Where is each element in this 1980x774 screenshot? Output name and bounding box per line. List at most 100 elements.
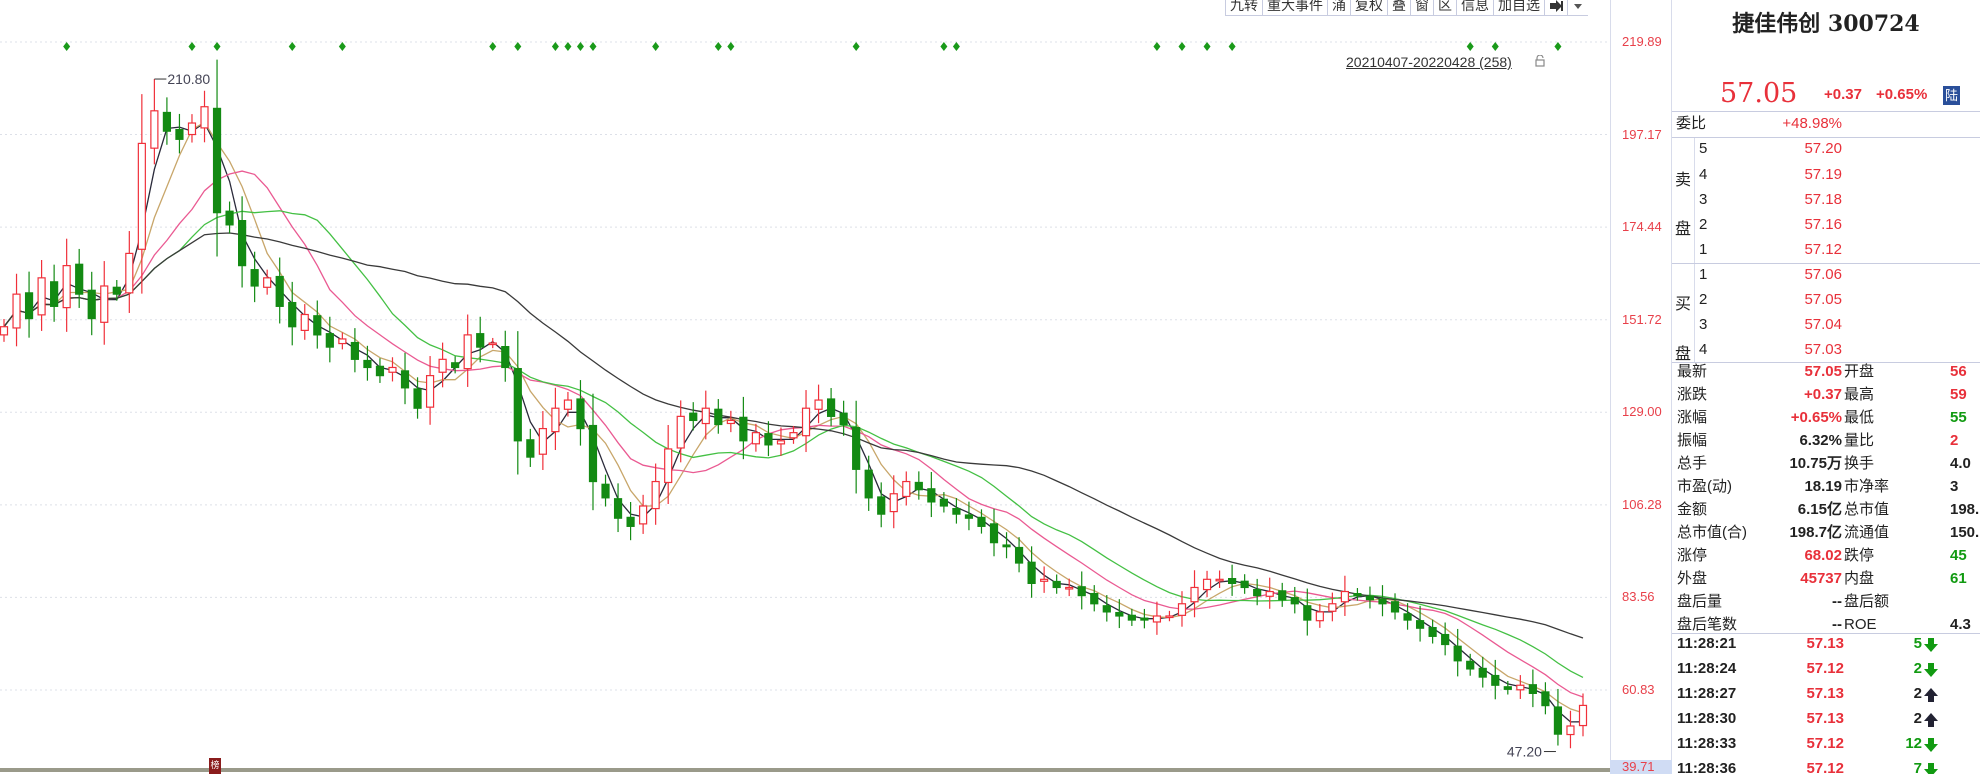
- candle[interactable]: [375, 358, 385, 383]
- range-label[interactable]: 20210407-20220428 (258): [1346, 54, 1512, 70]
- sell-row[interactable]: 5 57.20: [1672, 138, 1980, 160]
- candle[interactable]: [639, 494, 648, 534]
- event-marker-icon[interactable]: [213, 42, 221, 51]
- event-marker-icon[interactable]: [489, 42, 497, 51]
- event-marker-icon[interactable]: [1178, 42, 1186, 51]
- event-marker-icon[interactable]: [852, 42, 860, 51]
- candle[interactable]: [1165, 610, 1174, 622]
- candle[interactable]: [714, 399, 723, 434]
- candle[interactable]: [989, 508, 999, 557]
- candle[interactable]: [87, 271, 96, 336]
- event-marker-icon[interactable]: [952, 42, 960, 51]
- candle[interactable]: [1303, 588, 1312, 636]
- sell-row[interactable]: 2 57.16: [1672, 214, 1980, 236]
- candle[interactable]: [1315, 603, 1324, 628]
- tick-row[interactable]: 11:28:24 57.12 2: [1672, 658, 1980, 680]
- event-marker-icon[interactable]: [1491, 42, 1499, 51]
- tick-row[interactable]: 11:28:30 57.13 2: [1672, 708, 1980, 730]
- candle[interactable]: [1578, 693, 1588, 737]
- candle[interactable]: [626, 502, 635, 541]
- candle[interactable]: [751, 423, 761, 452]
- candle[interactable]: [902, 471, 911, 506]
- rank-marker[interactable]: 榜: [209, 758, 221, 774]
- candle[interactable]: [739, 396, 748, 460]
- event-marker-icon[interactable]: [727, 42, 735, 51]
- candle[interactable]: [538, 411, 547, 470]
- candle[interactable]: [1077, 571, 1086, 610]
- event-marker-icon[interactable]: [652, 42, 660, 51]
- candle[interactable]: [37, 259, 46, 331]
- candle[interactable]: [463, 314, 472, 387]
- event-marker-icon[interactable]: [576, 42, 584, 51]
- candle[interactable]: [801, 390, 811, 453]
- candle[interactable]: [613, 483, 623, 533]
- event-marker-icon[interactable]: [714, 42, 722, 51]
- candle[interactable]: [300, 304, 309, 340]
- toolbar-button-6[interactable]: 区: [1433, 0, 1456, 15]
- candle[interactable]: [601, 474, 610, 507]
- event-marker-icon[interactable]: [63, 42, 71, 51]
- lock-icon[interactable]: [1535, 55, 1545, 67]
- candle[interactable]: [839, 400, 848, 436]
- candle[interactable]: [977, 509, 986, 534]
- candle[interactable]: [526, 428, 535, 467]
- toolbar-button-8[interactable]: 加自选: [1493, 0, 1544, 15]
- candle[interactable]: [50, 264, 59, 322]
- candle[interactable]: [0, 318, 9, 342]
- event-marker-icon[interactable]: [288, 42, 296, 51]
- candle[interactable]: [1566, 710, 1575, 749]
- tick-row[interactable]: 11:28:21 57.13 5: [1672, 633, 1980, 655]
- event-marker-icon[interactable]: [589, 42, 597, 51]
- candle[interactable]: [889, 475, 898, 529]
- candle[interactable]: [338, 332, 347, 350]
- event-marker-icon[interactable]: [338, 42, 346, 51]
- candle[interactable]: [1052, 574, 1061, 594]
- candle[interactable]: [1152, 601, 1162, 635]
- event-marker-icon[interactable]: [1228, 42, 1236, 51]
- candle[interactable]: [400, 352, 410, 405]
- candle[interactable]: [1441, 622, 1450, 656]
- candle[interactable]: [175, 113, 184, 154]
- event-marker-icon[interactable]: [564, 42, 572, 51]
- toolbar-button-3[interactable]: 复权: [1350, 0, 1387, 15]
- candle[interactable]: [927, 471, 936, 518]
- candle[interactable]: [1340, 575, 1349, 616]
- candlestick-chart[interactable]: 210.80 47.20: [0, 0, 1610, 774]
- candle[interactable]: [1140, 608, 1149, 629]
- candle[interactable]: [1390, 593, 1400, 620]
- candle[interactable]: [1428, 619, 1437, 644]
- candle[interactable]: [551, 387, 560, 451]
- event-marker-icon[interactable]: [188, 42, 196, 51]
- toolbar-button-5[interactable]: 窗: [1410, 0, 1433, 15]
- candle[interactable]: [350, 328, 359, 373]
- buy-row[interactable]: 2 57.05: [1672, 289, 1980, 311]
- candle[interactable]: [250, 251, 259, 303]
- candle[interactable]: [1102, 595, 1111, 622]
- tick-row[interactable]: 11:28:27 57.13 2: [1672, 683, 1980, 705]
- candle[interactable]: [488, 337, 497, 349]
- candle[interactable]: [1478, 656, 1487, 688]
- candle[interactable]: [1365, 586, 1375, 609]
- candle[interactable]: [588, 393, 598, 511]
- candle[interactable]: [852, 400, 861, 494]
- candle[interactable]: [1265, 577, 1274, 609]
- candle[interactable]: [1040, 566, 1049, 593]
- candle[interactable]: [1090, 585, 1099, 612]
- candle[interactable]: [726, 410, 735, 433]
- candle[interactable]: [125, 231, 134, 313]
- candle[interactable]: [24, 271, 34, 338]
- event-marker-icon[interactable]: [1153, 42, 1161, 51]
- candle[interactable]: [964, 501, 974, 531]
- tick-row[interactable]: 11:28:33 57.12 12: [1672, 733, 1980, 755]
- tick-row[interactable]: 11:28:36 57.12 7: [1672, 758, 1980, 774]
- toolbar-button-7[interactable]: 信息: [1456, 0, 1493, 15]
- event-marker-icon[interactable]: [1466, 42, 1474, 51]
- candle[interactable]: [1516, 675, 1525, 699]
- candle[interactable]: [100, 261, 109, 345]
- candle[interactable]: [776, 427, 786, 456]
- candle[interactable]: [1215, 570, 1224, 588]
- toolbar-button-0[interactable]: 九转: [1225, 0, 1262, 15]
- toolbar-button-1[interactable]: 重大事件: [1262, 0, 1327, 15]
- candle[interactable]: [62, 238, 71, 332]
- candle[interactable]: [651, 463, 660, 525]
